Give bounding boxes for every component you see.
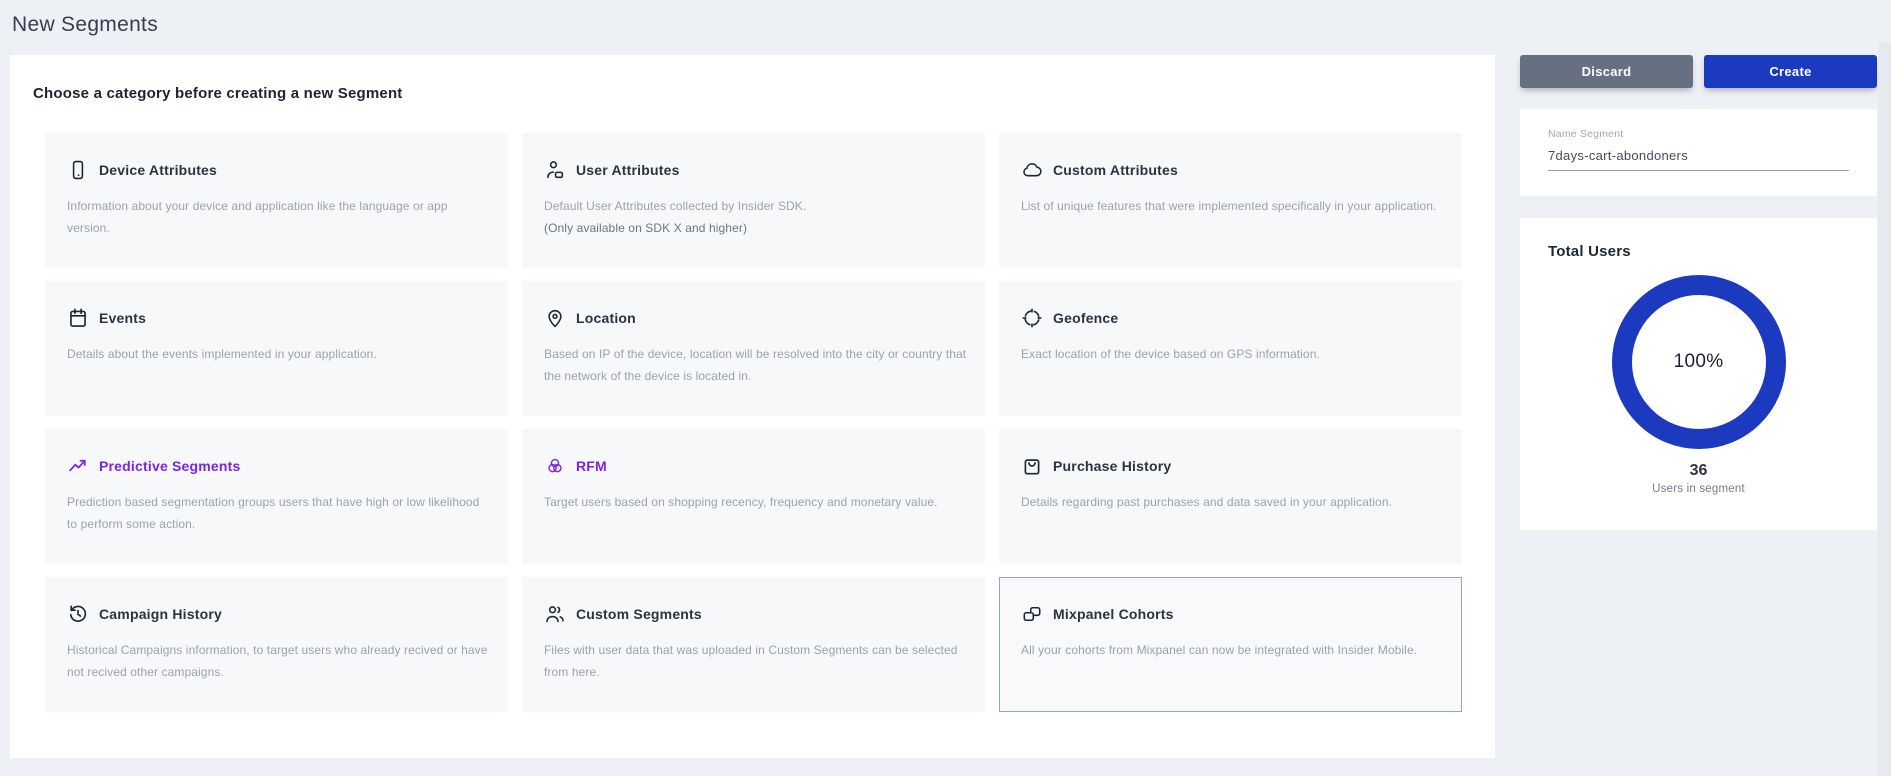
- category-card-mixpanel-cohorts[interactable]: Mixpanel Cohorts All your cohorts from M…: [999, 577, 1462, 712]
- card-header: Purchase History: [1021, 455, 1447, 477]
- category-card-user-attributes[interactable]: User Attributes Default User Attributes …: [522, 133, 985, 268]
- cloud-icon: [1021, 159, 1043, 181]
- category-description: Prediction based segmentation groups use…: [67, 491, 493, 535]
- card-header: Device Attributes: [67, 159, 493, 181]
- category-card-device-attributes[interactable]: Device Attributes Information about your…: [45, 133, 508, 268]
- card-header: User Attributes: [544, 159, 970, 181]
- card-header: Predictive Segments: [67, 455, 493, 477]
- category-title: Events: [99, 310, 146, 326]
- category-description-note: (Only available on SDK X and higher): [544, 221, 747, 235]
- category-title: User Attributes: [576, 162, 680, 178]
- create-button[interactable]: Create: [1704, 55, 1877, 88]
- discard-button[interactable]: Discard: [1520, 55, 1693, 88]
- shopping-bag-icon: [1021, 455, 1043, 477]
- smartphone-icon: [67, 159, 89, 181]
- trending-up-icon: [67, 455, 89, 477]
- category-description: Target users based on shopping recency, …: [544, 491, 970, 513]
- category-title: Location: [576, 310, 636, 326]
- category-description: All your cohorts from Mixpanel can now b…: [1021, 639, 1447, 661]
- category-card-purchase-history[interactable]: Purchase History Details regarding past …: [999, 429, 1462, 564]
- action-buttons: Discard Create: [1520, 55, 1877, 88]
- name-segment-card: Name Segment: [1520, 109, 1877, 196]
- category-card-geofence[interactable]: Geofence Exact location of the device ba…: [999, 281, 1462, 416]
- user-card-icon: [544, 159, 566, 181]
- name-segment-label: Name Segment: [1548, 128, 1849, 140]
- card-header: Geofence: [1021, 307, 1447, 329]
- card-header: Mixpanel Cohorts: [1021, 603, 1447, 625]
- calendar-icon: [67, 307, 89, 329]
- category-title: Custom Segments: [576, 606, 702, 622]
- geofence-icon: [1021, 307, 1043, 329]
- card-header: Events: [67, 307, 493, 329]
- category-title: Mixpanel Cohorts: [1053, 606, 1174, 622]
- users-count-caption: Users in segment: [1520, 483, 1877, 495]
- category-grid: Device Attributes Information about your…: [45, 133, 1462, 712]
- category-title: Predictive Segments: [99, 458, 241, 474]
- venn-icon: [544, 455, 566, 477]
- card-header: Custom Attributes: [1021, 159, 1447, 181]
- category-card-location[interactable]: Location Based on IP of the device, loca…: [522, 281, 985, 416]
- category-description: Files with user data that was uploaded i…: [544, 639, 970, 683]
- category-description: Historical Campaigns information, to tar…: [67, 639, 493, 683]
- page-title: New Segments: [12, 13, 158, 37]
- map-pin-icon: [544, 307, 566, 329]
- card-header: Custom Segments: [544, 603, 970, 625]
- category-description: Exact location of the device based on GP…: [1021, 343, 1447, 365]
- category-title: Geofence: [1053, 310, 1118, 326]
- users-count: 36: [1520, 462, 1877, 480]
- category-description: Information about your device and applic…: [67, 195, 493, 239]
- category-description: List of unique features that were implem…: [1021, 195, 1447, 217]
- category-description: Details about the events implemented in …: [67, 343, 493, 365]
- card-header: Location: [544, 307, 970, 329]
- category-card-rfm[interactable]: RFM Target users based on shopping recen…: [522, 429, 985, 564]
- category-title: Device Attributes: [99, 162, 217, 178]
- total-users-card: Total Users 100% 36 Users in segment: [1520, 218, 1877, 530]
- category-title: Campaign History: [99, 606, 222, 622]
- cohorts-icon: [1021, 603, 1043, 625]
- total-users-donut-chart: 100%: [1610, 273, 1788, 451]
- category-description: Based on IP of the device, location will…: [544, 343, 970, 387]
- history-clock-icon: [67, 603, 89, 625]
- segment-category-panel: Choose a category before creating a new …: [10, 55, 1495, 758]
- total-users-title: Total Users: [1548, 243, 1877, 260]
- scrollbar-track[interactable]: [1878, 42, 1891, 776]
- name-segment-input[interactable]: [1548, 148, 1849, 171]
- category-description: Details regarding past purchases and dat…: [1021, 491, 1447, 513]
- category-title: Purchase History: [1053, 458, 1171, 474]
- category-card-custom-attributes[interactable]: Custom Attributes List of unique feature…: [999, 133, 1462, 268]
- category-title: Custom Attributes: [1053, 162, 1178, 178]
- donut-percent-label: 100%: [1610, 273, 1788, 451]
- users-icon: [544, 603, 566, 625]
- category-card-custom-segments[interactable]: Custom Segments Files with user data tha…: [522, 577, 985, 712]
- panel-heading: Choose a category before creating a new …: [33, 85, 403, 102]
- category-card-predictive-segments[interactable]: Predictive Segments Prediction based seg…: [45, 429, 508, 564]
- category-description: Default User Attributes collected by Ins…: [544, 195, 970, 239]
- category-card-events[interactable]: Events Details about the events implemen…: [45, 281, 508, 416]
- category-title: RFM: [576, 458, 607, 474]
- category-card-campaign-history[interactable]: Campaign History Historical Campaigns in…: [45, 577, 508, 712]
- card-header: Campaign History: [67, 603, 493, 625]
- card-header: RFM: [544, 455, 970, 477]
